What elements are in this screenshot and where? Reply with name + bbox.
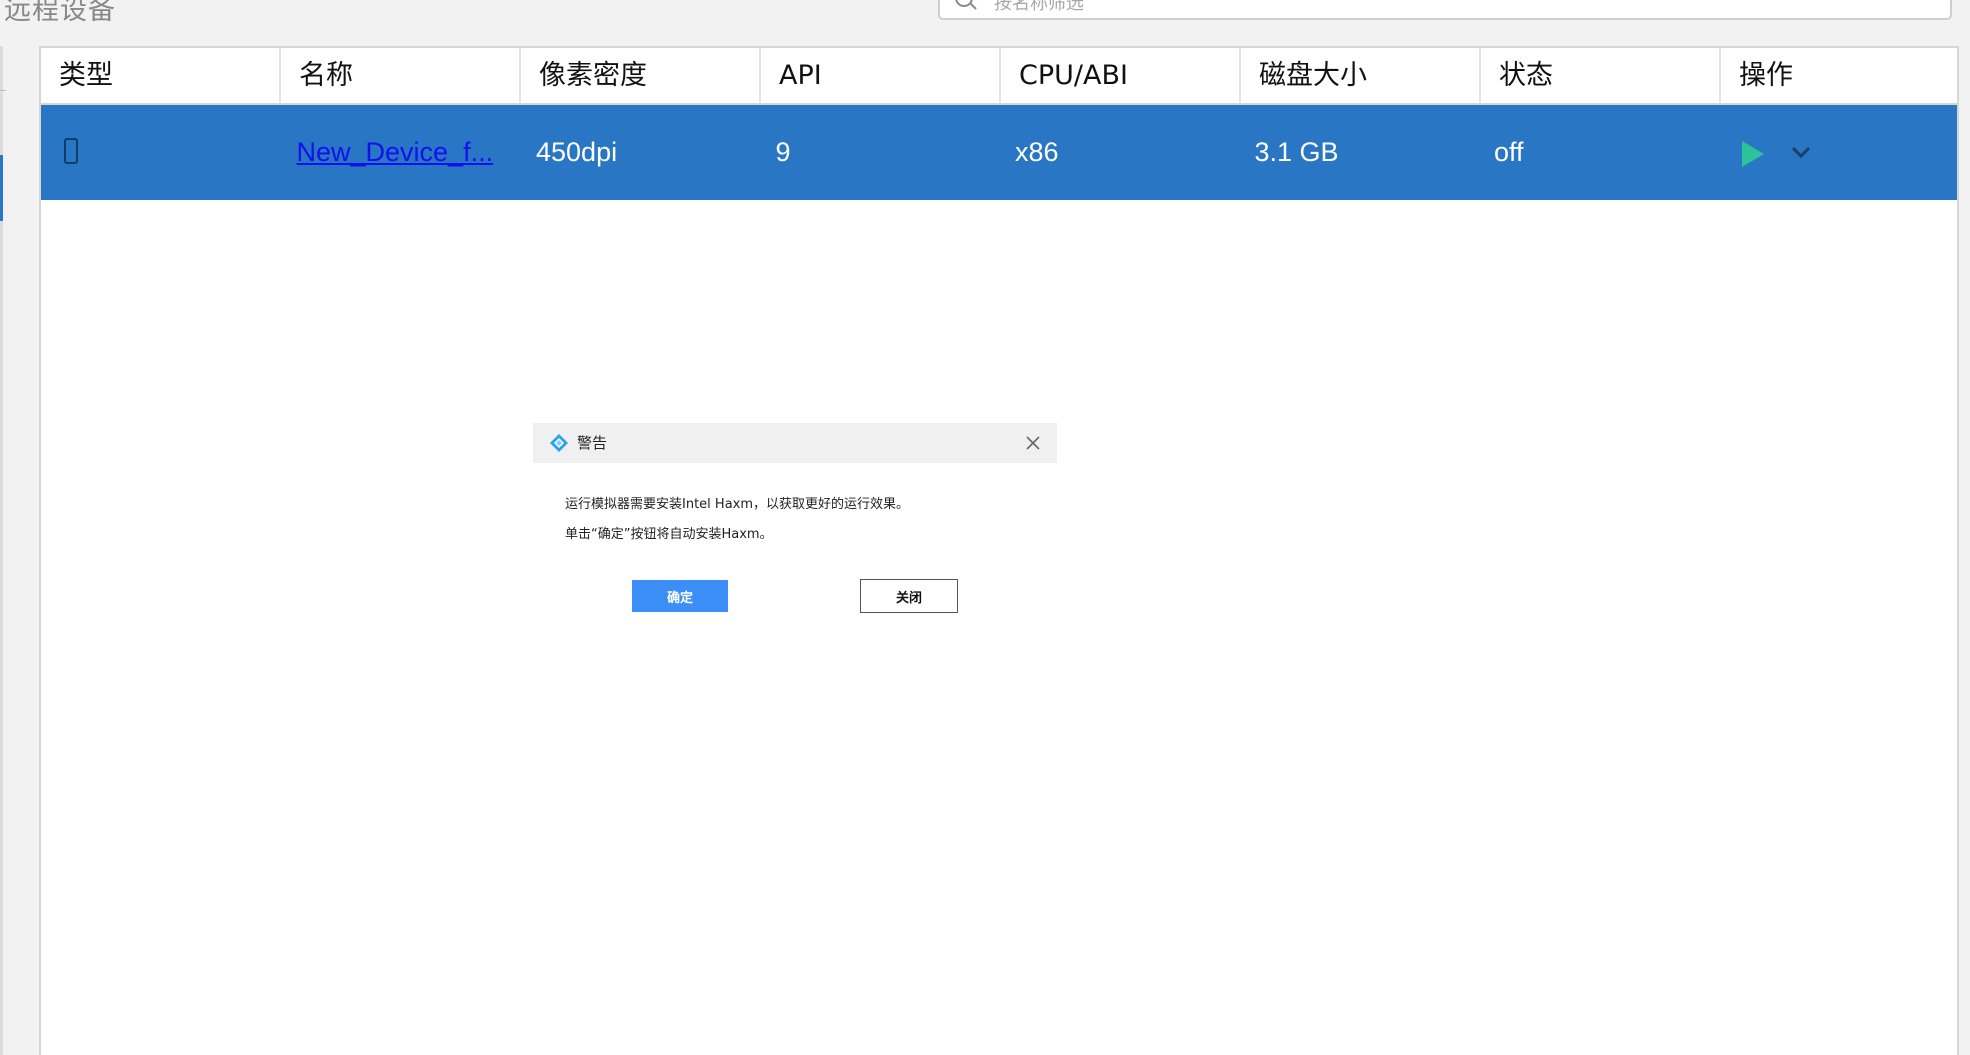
ok-button[interactable]: 确定 <box>632 580 728 612</box>
search-input[interactable] <box>992 0 1896 18</box>
phone-icon <box>64 138 78 164</box>
device-manager-page: 远程设备 类型 名称 像素密度 API CPU/ABI 磁盘大小 状态 操作 N… <box>0 0 1970 1055</box>
close-button[interactable]: 关闭 <box>860 579 958 613</box>
column-header-cpu-abi[interactable]: CPU/ABI <box>1001 48 1241 103</box>
table-row[interactable]: New_Device_f... 450dpi 9 x86 3.1 GB off <box>41 105 1957 200</box>
column-header-api[interactable]: API <box>761 48 1001 103</box>
app-logo-icon <box>550 434 568 452</box>
dialog-header: 警告 <box>533 423 1057 463</box>
section-title: 远程设备 <box>4 0 116 26</box>
warning-dialog: 警告 运行模拟器需要安装Intel Haxm，以获取更好的运行效果。 单击“确定… <box>533 423 1057 621</box>
column-header-status[interactable]: 状态 <box>1481 48 1721 103</box>
cell-density: 450dpi <box>536 137 618 167</box>
column-header-actions: 操作 <box>1739 60 1793 91</box>
column-header-disk-size[interactable]: 磁盘大小 <box>1241 48 1481 103</box>
dialog-title: 警告 <box>577 434 608 452</box>
cell-cpu-abi: x86 <box>1015 137 1059 167</box>
play-icon[interactable] <box>1741 141 1764 167</box>
device-name-link[interactable]: New_Device_f... <box>297 137 494 167</box>
cell-type <box>41 105 281 200</box>
column-header-name[interactable]: 名称 <box>281 48 521 103</box>
search-icon <box>955 0 977 10</box>
chevron-down-icon[interactable] <box>1790 141 1812 163</box>
left-rail-tick <box>0 90 6 91</box>
column-header-type[interactable]: 类型 <box>41 48 281 103</box>
cell-api: 9 <box>775 137 791 167</box>
dialog-message-line1: 运行模拟器需要安装Intel Haxm，以获取更好的运行效果。 <box>565 497 910 512</box>
cell-actions <box>1718 105 1958 200</box>
dialog-message-line2: 单击“确定”按钮将自动安装Haxm。 <box>565 527 773 542</box>
column-header-density[interactable]: 像素密度 <box>521 48 761 103</box>
cell-disk-size: 3.1 GB <box>1254 137 1339 167</box>
left-rail-active-indicator <box>0 155 3 221</box>
cell-name: New_Device_f... <box>281 105 521 200</box>
cell-status: off <box>1494 137 1524 167</box>
close-icon[interactable] <box>1023 433 1043 453</box>
table-header: 类型 名称 像素密度 API CPU/ABI 磁盘大小 状态 操作 <box>41 48 1957 105</box>
search-box[interactable] <box>938 0 1952 20</box>
